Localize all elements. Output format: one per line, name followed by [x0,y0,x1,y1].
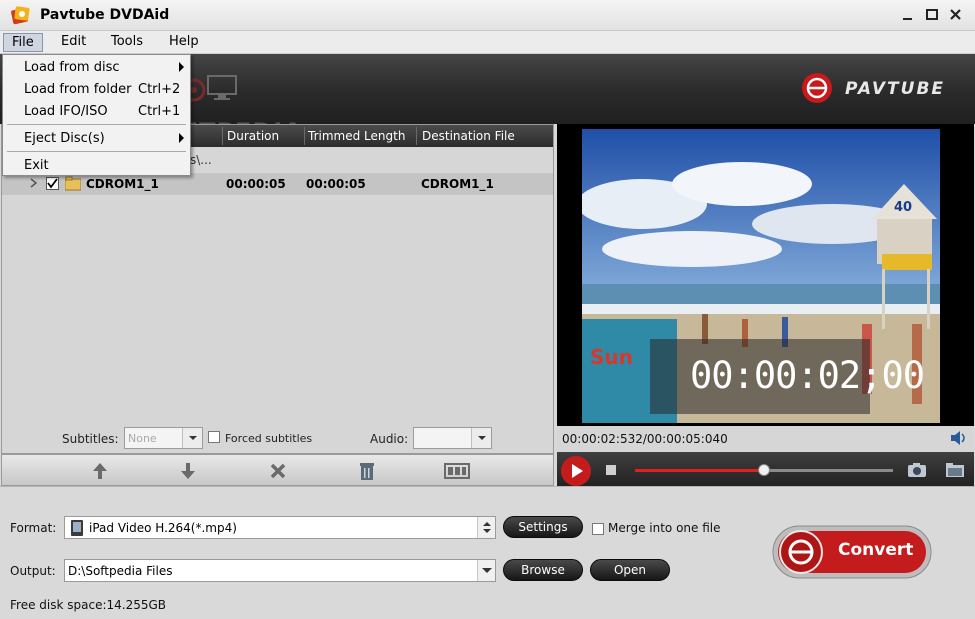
column-duration[interactable]: Duration [227,129,279,143]
menu-item-load-from-folder[interactable]: Load from folder Ctrl+2 [3,79,190,99]
pavtube-brand: PAVTUBE [799,70,959,106]
row-duration: 00:00:05 [226,177,286,191]
svg-text:Sun: Sun [590,345,633,369]
path-fragment: s\... [190,153,212,167]
menu-item-label: Load from folder [24,82,132,97]
table-row[interactable]: CDROM1_1 00:00:05 00:00:05 CDROM1_1 [2,173,553,195]
timecode-text: 00:00:02;00 [690,354,925,397]
file-menu-dropdown: Load from disc Load from folder Ctrl+2 L… [2,54,191,176]
menu-bar: File Edit Tools Help [0,31,975,54]
expand-arrow-icon[interactable] [30,178,38,188]
browse-button[interactable]: Browse [503,559,583,581]
column-separator [416,127,417,145]
submenu-arrow-icon [179,133,184,143]
audio-label: Audio: [370,432,409,446]
submenu-arrow-icon [179,62,184,72]
menu-item-label: Exit [24,158,49,173]
player-controls [557,452,974,486]
menu-item-label: Load from disc [24,60,120,75]
subtitle-audio-row: Subtitles: None Forced subtitles Audio: [2,425,553,451]
output-path-field[interactable]: D:\Softpedia Files [64,559,496,582]
camera-icon[interactable] [907,461,927,479]
format-spin-icon [477,517,495,538]
maximize-button[interactable] [922,6,942,24]
lifeguard-sign: 40 [894,200,912,215]
menu-item-label: Eject Disc(s) [24,131,105,146]
merge-label: Merge into one file [608,521,721,535]
menu-item-eject-discs[interactable]: Eject Disc(s) [3,128,190,148]
column-trimmed-length[interactable]: Trimmed Length [308,129,405,143]
app-logo-icon [11,6,30,25]
menu-help[interactable]: Help [161,33,207,52]
format-value: iPad Video H.264(*.mp4) [89,521,237,535]
stop-icon[interactable] [606,465,616,475]
ipad-icon [71,520,83,536]
pavtube-logo-icon [802,73,832,103]
menu-tools[interactable]: Tools [103,33,151,52]
menu-item-shortcut: Ctrl+2 [138,82,181,97]
subtitles-value: None [128,432,157,445]
row-destination: CDROM1_1 [421,177,494,191]
brand-name: PAVTUBE [845,79,946,99]
play-icon[interactable] [559,454,593,486]
format-label: Format: [10,521,57,535]
open-folder-icon[interactable] [945,461,965,479]
free-disk-space: Free disk space:14.255GB [10,598,167,612]
window-title: Pavtube DVDAid [40,7,170,23]
subtitles-label: Subtitles: [62,432,119,446]
convert-label: Convert [838,540,914,560]
column-separator [222,127,223,145]
menu-item-load-ifo-iso[interactable]: Load IFO/ISO Ctrl+1 [3,101,190,121]
chevron-down-icon [471,428,491,448]
convert-button[interactable]: Convert [772,523,932,581]
row-trimmed-length: 00:00:05 [306,177,366,191]
volume-icon[interactable] [950,430,968,446]
close-button[interactable] [946,6,966,24]
merge-checkbox[interactable] [592,523,604,535]
menu-item-load-from-disc[interactable]: Load from disc [3,57,190,77]
menu-edit[interactable]: Edit [53,33,94,52]
open-button[interactable]: Open [590,559,670,581]
chevron-down-icon [477,560,495,581]
title-bar: Pavtube DVDAid [0,0,975,31]
minimize-button[interactable] [898,6,918,24]
checkmark-icon [47,178,58,189]
menu-item-shortcut: Ctrl+1 [138,104,181,119]
move-down-icon[interactable] [178,461,198,481]
column-separator [304,127,305,145]
playback-time: 00:00:02:532/00:00:05:040 [562,432,728,446]
menu-separator [7,151,186,152]
column-destination-file[interactable]: Destination File [422,129,515,143]
video-frame: Sun 40 00:00:02;00 [582,129,940,423]
forced-subtitles-label: Forced subtitles [225,432,313,445]
monitor-icon[interactable] [204,72,240,104]
merge-clips-icon[interactable] [444,461,470,481]
format-select[interactable]: iPad Video H.264(*.mp4) [64,516,496,539]
subtitles-select[interactable]: None [124,427,203,449]
forced-subtitles-checkbox[interactable] [208,431,220,443]
progress-handle[interactable] [758,464,770,476]
menu-item-exit[interactable]: Exit [3,155,190,175]
chevron-down-icon [182,428,202,448]
remove-icon[interactable] [268,461,288,481]
menu-separator [7,124,186,125]
menu-item-label: Load IFO/ISO [24,104,108,119]
output-path-value: D:\Softpedia Files [68,564,173,578]
row-checkbox[interactable] [46,177,59,190]
trash-icon[interactable] [357,461,377,481]
video-preview: Sun 40 00:00:02;00 [557,124,974,426]
list-toolbar [1,454,554,486]
time-row: 00:00:02:532/00:00:05:040 [557,426,974,452]
move-up-icon[interactable] [90,461,110,481]
output-settings-panel: Format: iPad Video H.264(*.mp4) Settings… [0,486,975,619]
folder-icon [65,176,81,191]
output-label: Output: [10,564,56,578]
audio-select[interactable] [413,427,492,449]
progress-fill [635,469,764,472]
settings-button[interactable]: Settings [503,516,583,538]
menu-file[interactable]: File [3,33,43,52]
row-name: CDROM1_1 [86,177,159,191]
